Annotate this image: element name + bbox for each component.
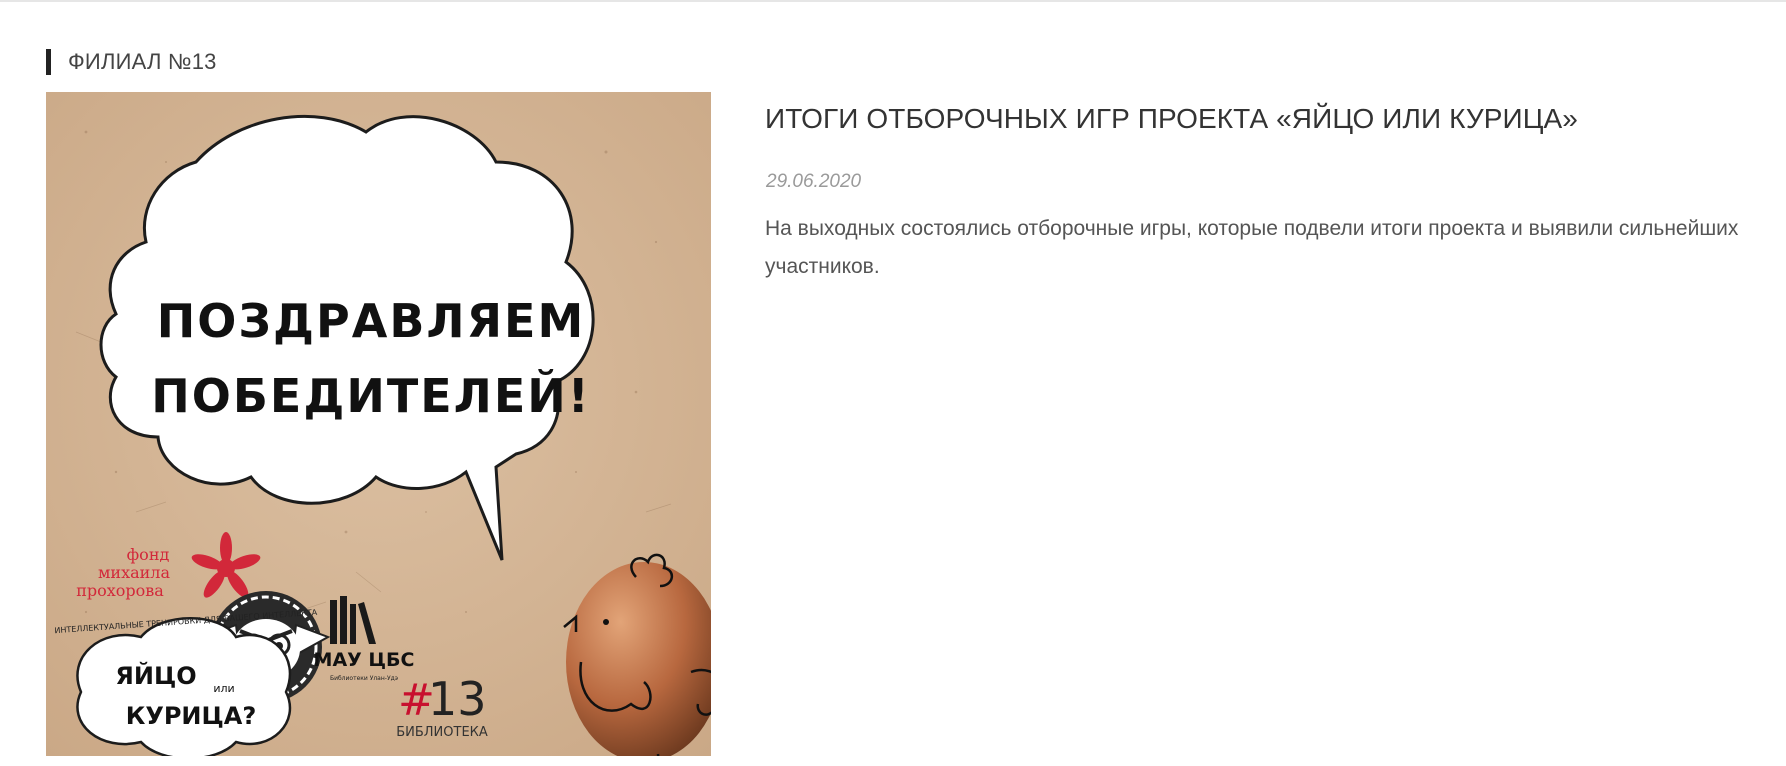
project-logo-or: или bbox=[213, 682, 234, 695]
post-excerpt: На выходных состоялись отборочные игры, … bbox=[765, 217, 1739, 278]
mau-logo-name: МАУ ЦБС bbox=[314, 649, 415, 671]
fund-logo-line-3: прохорова bbox=[76, 581, 164, 600]
project-logo-word-2: КУРИЦА? bbox=[126, 702, 257, 730]
poster-headline-2: ПОБЕДИТЕЛЕЙ! bbox=[151, 369, 590, 423]
poster-image: ПОЗДРАВЛЯЕМ ПОБЕДИТЕЛЕЙ! фонд михаила пр… bbox=[46, 92, 711, 756]
post-title[interactable]: ИТОГИ ОТБОРОЧНЫХ ИГР ПРОЕКТА «ЯЙЦО ИЛИ К… bbox=[765, 103, 1765, 135]
section-title[interactable]: ФИЛИАЛ №13 bbox=[68, 49, 217, 75]
post-date: 29.06.2020 bbox=[766, 171, 862, 192]
poster-headline-1: ПОЗДРАВЛЯЕМ bbox=[157, 294, 585, 348]
fund-logo-line-1: фонд bbox=[127, 545, 170, 564]
branch-badge-number: 13 bbox=[428, 672, 487, 726]
branch-badge: # 13 БИБЛИОТЕКА bbox=[396, 672, 488, 740]
fund-logo-line-2: михаила bbox=[98, 563, 171, 582]
mau-logo-subtitle: Библиотеки Улан-Удэ bbox=[330, 675, 398, 682]
top-divider bbox=[0, 0, 1786, 2]
branch-badge-label: БИБЛИОТЕКА bbox=[396, 725, 488, 740]
post-thumbnail[interactable]: ПОЗДРАВЛЯЕМ ПОБЕДИТЕЛЕЙ! фонд михаила пр… bbox=[46, 92, 711, 756]
project-logo-word-1: ЯЙЦО bbox=[115, 661, 196, 690]
section-header: ФИЛИАЛ №13 bbox=[46, 49, 217, 75]
section-marker bbox=[46, 49, 51, 75]
